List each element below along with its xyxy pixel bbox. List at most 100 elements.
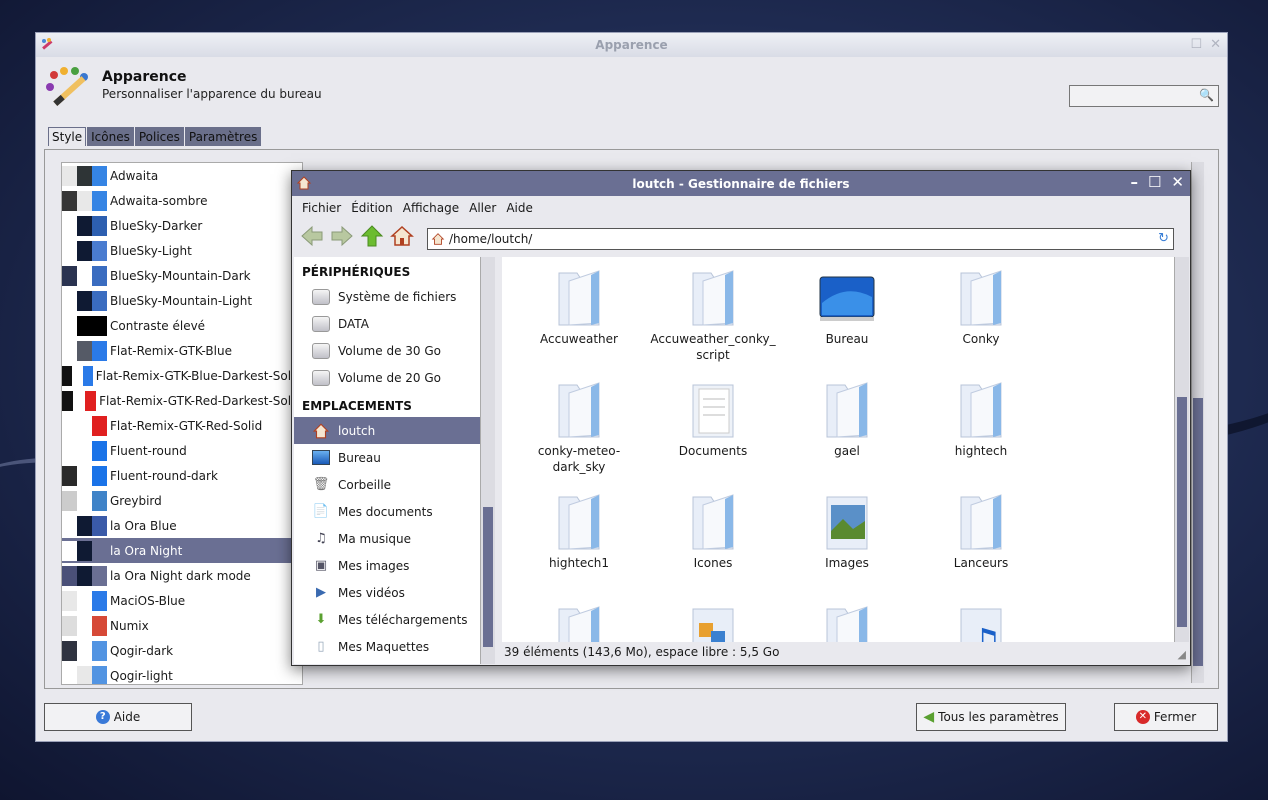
side-pane-item[interactable]: 📄 Mes documents (294, 498, 480, 525)
tab-style[interactable]: Style (48, 127, 87, 146)
file-item[interactable]: hightech (914, 377, 1048, 483)
resize-grip-icon[interactable]: ◢ (1178, 648, 1186, 661)
theme-row[interactable]: la Ora Night (62, 538, 302, 563)
theme-row[interactable]: Greybird (62, 488, 302, 513)
help-button[interactable]: ? Aide (44, 703, 192, 731)
close-button[interactable]: ✕ Fermer (1114, 703, 1218, 731)
color-swatch (62, 465, 77, 486)
file-item[interactable] (780, 601, 914, 642)
file-item[interactable]: Icones (646, 489, 780, 595)
file-item[interactable]: Images (780, 489, 914, 595)
theme-row[interactable]: Qogir-light (62, 663, 302, 684)
side-pane-item[interactable]: Système de fichiers (294, 283, 480, 310)
side-pane-item[interactable]: ▣ Mes images (294, 552, 480, 579)
reload-icon[interactable]: ↻ (1158, 231, 1169, 246)
side-pane-item-label: Ma musique (338, 531, 412, 546)
menu-help[interactable]: Aide (506, 201, 533, 215)
file-name: hightech (954, 444, 1008, 458)
file-item[interactable]: ♫ (914, 601, 1048, 642)
file-manager-titlebar[interactable]: loutch - Gestionnaire de fichiers – ☐ ✕ (292, 171, 1190, 196)
scrollbar-thumb[interactable] (1177, 397, 1187, 627)
theme-row[interactable]: Contraste élevé (62, 313, 302, 338)
close-icon[interactable]: ✕ (1171, 173, 1184, 191)
theme-row[interactable]: MaciOS-Blue (62, 588, 302, 613)
menu-edit[interactable]: Édition (351, 201, 393, 215)
all-settings-button[interactable]: ◀ Tous les paramètres (916, 703, 1066, 731)
theme-name: MaciOS-Blue (110, 593, 186, 608)
side-pane-item[interactable]: Bureau (294, 444, 480, 471)
tab-icons[interactable]: Icônes (87, 127, 134, 146)
forward-arrow-icon[interactable] (330, 225, 354, 247)
home-icon[interactable] (390, 225, 414, 247)
file-item[interactable]: Accuweather_conky_script (646, 265, 780, 371)
minimize-icon[interactable]: – (1130, 173, 1138, 191)
side-pane-item[interactable]: loutch (294, 417, 480, 444)
file-item[interactable]: hightech1 (512, 489, 646, 595)
side-pane-item[interactable]: ▯ Mes Maquettes (294, 633, 480, 660)
side-pane-item[interactable]: Volume de 20 Go (294, 364, 480, 391)
theme-name: la Ora Blue (110, 518, 177, 533)
tab-settings[interactable]: Paramètres (184, 127, 262, 146)
window-titlebar[interactable]: Apparence ☐ ✕ (36, 33, 1227, 57)
theme-row[interactable]: la Ora Night dark mode (62, 563, 302, 588)
side-pane-item[interactable]: ♫ Ma musique (294, 525, 480, 552)
location-bar[interactable]: /home/loutch/ ↻ (427, 228, 1174, 250)
theme-row[interactable]: BlueSky-Darker (62, 213, 302, 238)
theme-name: Numix (110, 618, 149, 633)
music-icon: ♫ (315, 531, 327, 546)
file-item[interactable]: Conky (914, 265, 1048, 371)
theme-row[interactable]: Flat-Remix-GTK-Red-Solid (62, 413, 302, 438)
side-pane-item[interactable]: 🗑 Corbeille (294, 471, 480, 498)
theme-row[interactable]: Flat-Remix-GTK-Red-Darkest-Solid (62, 388, 302, 413)
file-item[interactable]: Lanceurs (914, 489, 1048, 595)
maximize-icon[interactable]: ☐ (1190, 37, 1202, 52)
search-input[interactable]: 🔍 (1069, 85, 1219, 107)
menu-go[interactable]: Aller (469, 201, 496, 215)
file-item[interactable]: Bureau (780, 265, 914, 371)
file-item[interactable]: conky-meteo-dark_sky (512, 377, 646, 483)
theme-row[interactable]: Qogir-dark (62, 638, 302, 663)
theme-name: BlueSky-Darker (110, 218, 203, 233)
side-pane-item[interactable]: DATA (294, 310, 480, 337)
theme-row[interactable]: Adwaita-sombre (62, 188, 302, 213)
theme-row[interactable]: Fluent-round-dark (62, 463, 302, 488)
side-pane-item[interactable]: Volume de 30 Go (294, 337, 480, 364)
side-pane-item[interactable]: ▶ Mes vidéos (294, 579, 480, 606)
maximize-icon[interactable]: ☐ (1148, 173, 1161, 191)
file-view-scrollbar[interactable] (1174, 257, 1189, 642)
theme-row[interactable]: BlueSky-Mountain-Light (62, 288, 302, 313)
theme-name: Fluent-round-dark (110, 468, 218, 483)
file-item[interactable] (512, 601, 646, 642)
tab-fonts[interactable]: Polices (134, 127, 184, 146)
theme-row[interactable]: Numix (62, 613, 302, 638)
theme-name: Qogir-dark (110, 643, 174, 658)
theme-row[interactable]: la Ora Blue (62, 513, 302, 538)
theme-row[interactable]: Flat-Remix-GTK-Blue (62, 338, 302, 363)
color-swatch (77, 515, 92, 536)
menu-view[interactable]: Affichage (403, 201, 459, 215)
side-pane-scrollbar[interactable] (480, 257, 495, 664)
file-item[interactable] (646, 601, 780, 642)
theme-row[interactable]: BlueSky-Light (62, 238, 302, 263)
theme-row[interactable]: BlueSky-Mountain-Dark (62, 263, 302, 288)
drive-icon (312, 315, 330, 333)
back-arrow-icon[interactable] (300, 225, 324, 247)
side-pane-item[interactable]: ⬇ Mes téléchargements (294, 606, 480, 633)
theme-row[interactable]: Adwaita (62, 163, 302, 188)
color-swatch (77, 415, 92, 436)
scrollbar-thumb[interactable] (483, 507, 493, 647)
theme-name: Fluent-round (110, 443, 187, 458)
scrollbar-thumb[interactable] (1193, 398, 1203, 666)
templates-icon (683, 601, 743, 642)
file-item[interactable]: Documents (646, 377, 780, 483)
file-item[interactable]: gael (780, 377, 914, 483)
menu-file[interactable]: Fichier (302, 201, 341, 215)
theme-row[interactable]: Flat-Remix-GTK-Blue-Darkest-Solid (62, 363, 302, 388)
theme-list-scrollbar[interactable] (1191, 162, 1204, 683)
theme-row[interactable]: Fluent-round (62, 438, 302, 463)
up-arrow-icon[interactable] (360, 225, 384, 247)
file-item[interactable]: Accuweather (512, 265, 646, 371)
theme-name: la Ora Night (110, 543, 183, 558)
theme-list[interactable]: Adwaita Adwaita-sombre BlueSky-Darker BlueS… (61, 162, 303, 685)
close-icon[interactable]: ✕ (1210, 37, 1221, 52)
